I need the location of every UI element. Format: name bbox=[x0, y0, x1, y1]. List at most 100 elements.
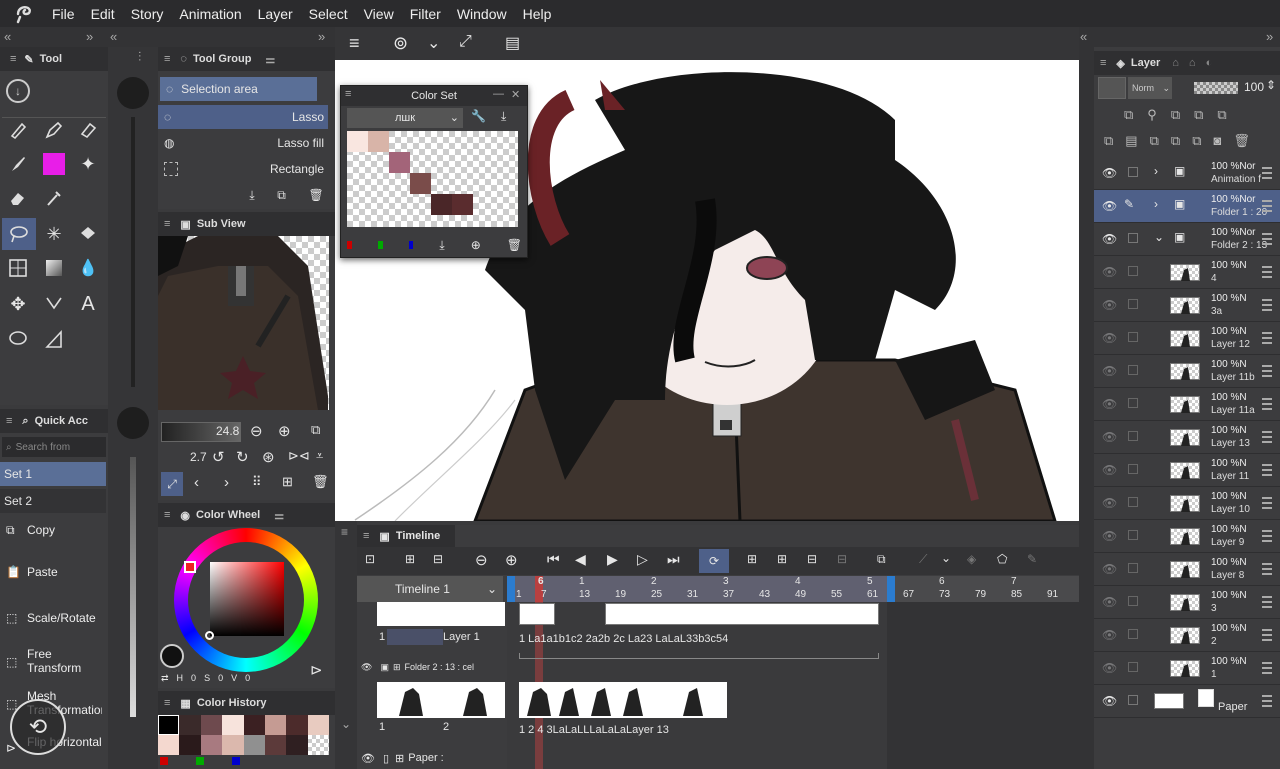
play-icon[interactable]: ▶ bbox=[607, 551, 618, 568]
expand-canvas-icon[interactable]: ⤢ bbox=[459, 33, 472, 51]
eye-icon[interactable]: 👁 bbox=[1102, 166, 1117, 180]
chevron-right-icon[interactable]: › bbox=[1154, 164, 1158, 178]
balloon-tool-icon[interactable] bbox=[2, 323, 34, 355]
layer-menu-icon[interactable] bbox=[1262, 266, 1272, 278]
start-marker[interactable] bbox=[507, 576, 515, 602]
layer-row[interactable]: 👁 100 %N Layer 11a bbox=[1094, 388, 1280, 421]
eye-icon[interactable]: 👁 bbox=[1102, 694, 1117, 708]
checkbox[interactable] bbox=[1128, 695, 1138, 705]
import-icon[interactable]: ⤓ bbox=[501, 109, 506, 124]
layer-menu-icon[interactable] bbox=[1262, 596, 1272, 608]
menu-view[interactable]: View bbox=[364, 6, 394, 22]
layer-menu-icon[interactable] bbox=[1262, 497, 1272, 509]
zoom-in-icon[interactable]: ⊕ bbox=[278, 422, 291, 440]
zoom-out-icon[interactable]: ⊖ bbox=[250, 422, 263, 440]
eye-icon[interactable]: 👁 bbox=[1102, 496, 1117, 510]
checkbox[interactable] bbox=[1128, 431, 1138, 441]
trash-icon[interactable]: 🗑 bbox=[1233, 133, 1250, 153]
expand-icon[interactable]: ⊞ bbox=[393, 662, 401, 673]
tween-icon[interactable]: ⟋ bbox=[919, 552, 927, 567]
chevron-down-icon[interactable]: ⌄ bbox=[341, 717, 351, 731]
layer-row[interactable]: 👁 100 %N 2 bbox=[1094, 619, 1280, 652]
reference-icon[interactable]: ⚲ bbox=[1147, 107, 1157, 127]
panel-menu-icon[interactable]: ≡ bbox=[10, 53, 16, 65]
layer-row-animation[interactable]: 👁 › ▣ 100 %Nor Animation f bbox=[1094, 157, 1280, 190]
layer-row[interactable]: 👁 100 %N Layer 10 bbox=[1094, 487, 1280, 520]
merge-icon[interactable]: ⧉ bbox=[1171, 133, 1180, 153]
add-color-icon[interactable]: ⊕ bbox=[471, 238, 481, 252]
main-color[interactable] bbox=[160, 644, 184, 668]
new-raster-icon[interactable]: ⧉ bbox=[1104, 133, 1113, 153]
sliders-icon[interactable]: ⚌ bbox=[274, 509, 284, 522]
first-frame-icon[interactable]: ⏮ bbox=[547, 551, 560, 568]
panel-menu-icon[interactable]: ≡ bbox=[345, 88, 351, 100]
blue-swatch[interactable] bbox=[408, 241, 414, 249]
layer-menu-icon[interactable] bbox=[1262, 629, 1272, 641]
checkbox[interactable] bbox=[1128, 233, 1138, 243]
checkbox[interactable] bbox=[1128, 563, 1138, 573]
trash-icon[interactable]: 🗑 bbox=[312, 474, 329, 490]
pencil-tool-icon[interactable] bbox=[38, 114, 70, 146]
mask-add-icon[interactable]: ◙ bbox=[1213, 133, 1221, 153]
eye-icon[interactable]: 👁 bbox=[1102, 298, 1117, 312]
layer-menu-icon[interactable] bbox=[1262, 695, 1272, 707]
track1-cel-strip-2[interactable] bbox=[605, 603, 879, 625]
green-swatch[interactable] bbox=[377, 241, 383, 249]
eye-icon[interactable]: 👁 bbox=[1102, 232, 1117, 246]
saturation-value-square[interactable] bbox=[210, 562, 284, 636]
reset-rotate-icon[interactable]: ⊛ bbox=[262, 448, 275, 466]
replace-icon[interactable]: ⤓ bbox=[439, 238, 444, 253]
decoration-tool-icon[interactable] bbox=[38, 148, 70, 180]
layer-row[interactable]: 👁 100 %N Layer 8 bbox=[1094, 553, 1280, 586]
layer-row[interactable]: 👁 100 %N 3 bbox=[1094, 586, 1280, 619]
panel-menu-icon[interactable]: ≡ bbox=[341, 525, 348, 539]
settings-icon[interactable]: ⫶ bbox=[138, 49, 141, 65]
color-mode-icon[interactable]: ⊳ bbox=[310, 661, 323, 679]
flip-h-icon[interactable]: ⊳⊲ bbox=[288, 448, 310, 464]
size-slider[interactable] bbox=[131, 117, 135, 387]
zoom-out-icon[interactable]: ⊖ bbox=[475, 551, 488, 569]
eye-icon[interactable]: 👁 bbox=[1102, 199, 1117, 213]
sub-tool-lasso-fill[interactable]: ◍ Lasso fill bbox=[158, 131, 328, 155]
layer-search-icon[interactable]: ⌂ bbox=[1189, 57, 1196, 69]
menu-window[interactable]: Window bbox=[457, 6, 507, 22]
duplicate-icon[interactable]: ⧉ bbox=[277, 188, 286, 203]
eye-icon[interactable]: 👁 bbox=[1102, 397, 1117, 411]
copy-layer-icon[interactable]: ⧉ bbox=[1150, 133, 1159, 153]
eye-icon[interactable]: 👁 bbox=[1102, 331, 1117, 345]
move-tool-icon[interactable]: ✥ bbox=[2, 288, 34, 320]
gradient-tool-icon[interactable] bbox=[38, 252, 70, 284]
layer-menu-icon[interactable] bbox=[1262, 662, 1272, 674]
rotate-right-icon[interactable]: ↻ bbox=[236, 448, 249, 466]
eye-icon[interactable]: 👁 bbox=[1102, 628, 1117, 642]
panel-menu-icon[interactable]: ≡ bbox=[164, 53, 170, 65]
sub-view-image[interactable] bbox=[158, 236, 329, 410]
menu-story[interactable]: Story bbox=[131, 6, 164, 22]
trash-icon[interactable]: 🗑 bbox=[308, 188, 323, 202]
blend-mode-select[interactable]: Norm ⌄ bbox=[1128, 77, 1172, 99]
free-transform-item[interactable]: ⬚ Free Transform bbox=[0, 647, 104, 679]
wrench-icon[interactable]: 🔧 bbox=[471, 109, 486, 123]
layer-row[interactable]: 👁 100 %N Layer 9 bbox=[1094, 520, 1280, 553]
prev-icon[interactable]: ‹ bbox=[194, 474, 199, 491]
sub-tool-lasso[interactable]: ◌ Lasso bbox=[158, 105, 328, 129]
hamburger-icon[interactable]: ≡ bbox=[349, 33, 360, 54]
download-icon[interactable]: ↓ bbox=[6, 79, 30, 103]
checkbox[interactable] bbox=[1128, 662, 1138, 672]
camera-icon[interactable]: ◈ bbox=[967, 552, 976, 566]
track2-cel-strip[interactable] bbox=[519, 682, 727, 718]
frame-tool-icon[interactable] bbox=[2, 252, 34, 284]
eye-icon[interactable]: 👁 bbox=[1102, 265, 1117, 279]
chevron-down-icon[interactable]: ⌄ bbox=[941, 551, 951, 565]
timeline-ruler[interactable]: 6 7 1 2 3 4 5 6 7 1 13 19 25 31 37 43 49… bbox=[507, 576, 1079, 602]
opacity-bar[interactable] bbox=[1194, 82, 1238, 94]
track1-cel-strip[interactable] bbox=[519, 603, 555, 625]
menu-edit[interactable]: Edit bbox=[91, 6, 115, 22]
layer-menu-icon[interactable] bbox=[1262, 299, 1272, 311]
grid-icon[interactable]: ⠿ bbox=[252, 474, 262, 490]
next-frame-icon[interactable]: ▷ bbox=[637, 551, 648, 568]
panel-menu-icon[interactable]: ≡ bbox=[1100, 57, 1106, 69]
last-frame-icon[interactable]: ⏭ bbox=[667, 551, 680, 568]
undo-redo-icon[interactable]: ⟲ bbox=[10, 699, 66, 755]
magic-wand-tool-icon[interactable]: ✳ bbox=[38, 218, 70, 250]
